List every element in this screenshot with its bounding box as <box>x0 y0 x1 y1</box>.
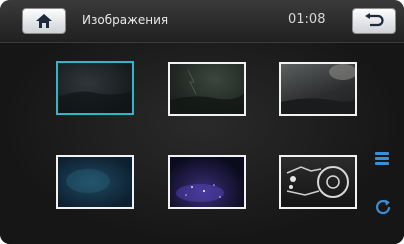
home-icon <box>36 14 52 28</box>
photo-thumbnail-6[interactable] <box>279 155 357 209</box>
photo-thumbnail-1[interactable] <box>56 61 134 115</box>
thumbnail-image <box>176 184 224 202</box>
thumbnail-image <box>281 64 355 114</box>
photo-thumbnail-4[interactable] <box>56 155 134 209</box>
photo-thumbnail-3[interactable] <box>279 62 357 116</box>
page-title: Изображения <box>82 13 169 27</box>
thumbnail-image <box>286 166 349 198</box>
photo-thumbnail-2[interactable] <box>168 62 246 116</box>
top-bar: Изображения 01:08 <box>0 0 404 43</box>
list-view-button[interactable] <box>375 152 391 166</box>
clock: 01:08 <box>288 12 326 27</box>
photo-thumbnail-5[interactable] <box>168 155 246 209</box>
thumbnail-image <box>170 69 244 114</box>
thumbnail-image <box>66 169 110 193</box>
media-screen: Изображения 01:08 <box>0 0 404 244</box>
list-view-icon <box>375 152 389 155</box>
refresh-icon <box>375 199 391 215</box>
home-button[interactable] <box>22 8 66 34</box>
thumbnail-image <box>58 91 132 113</box>
refresh-button[interactable] <box>374 198 392 216</box>
back-button[interactable] <box>352 8 396 34</box>
back-arrow-icon <box>365 13 384 27</box>
